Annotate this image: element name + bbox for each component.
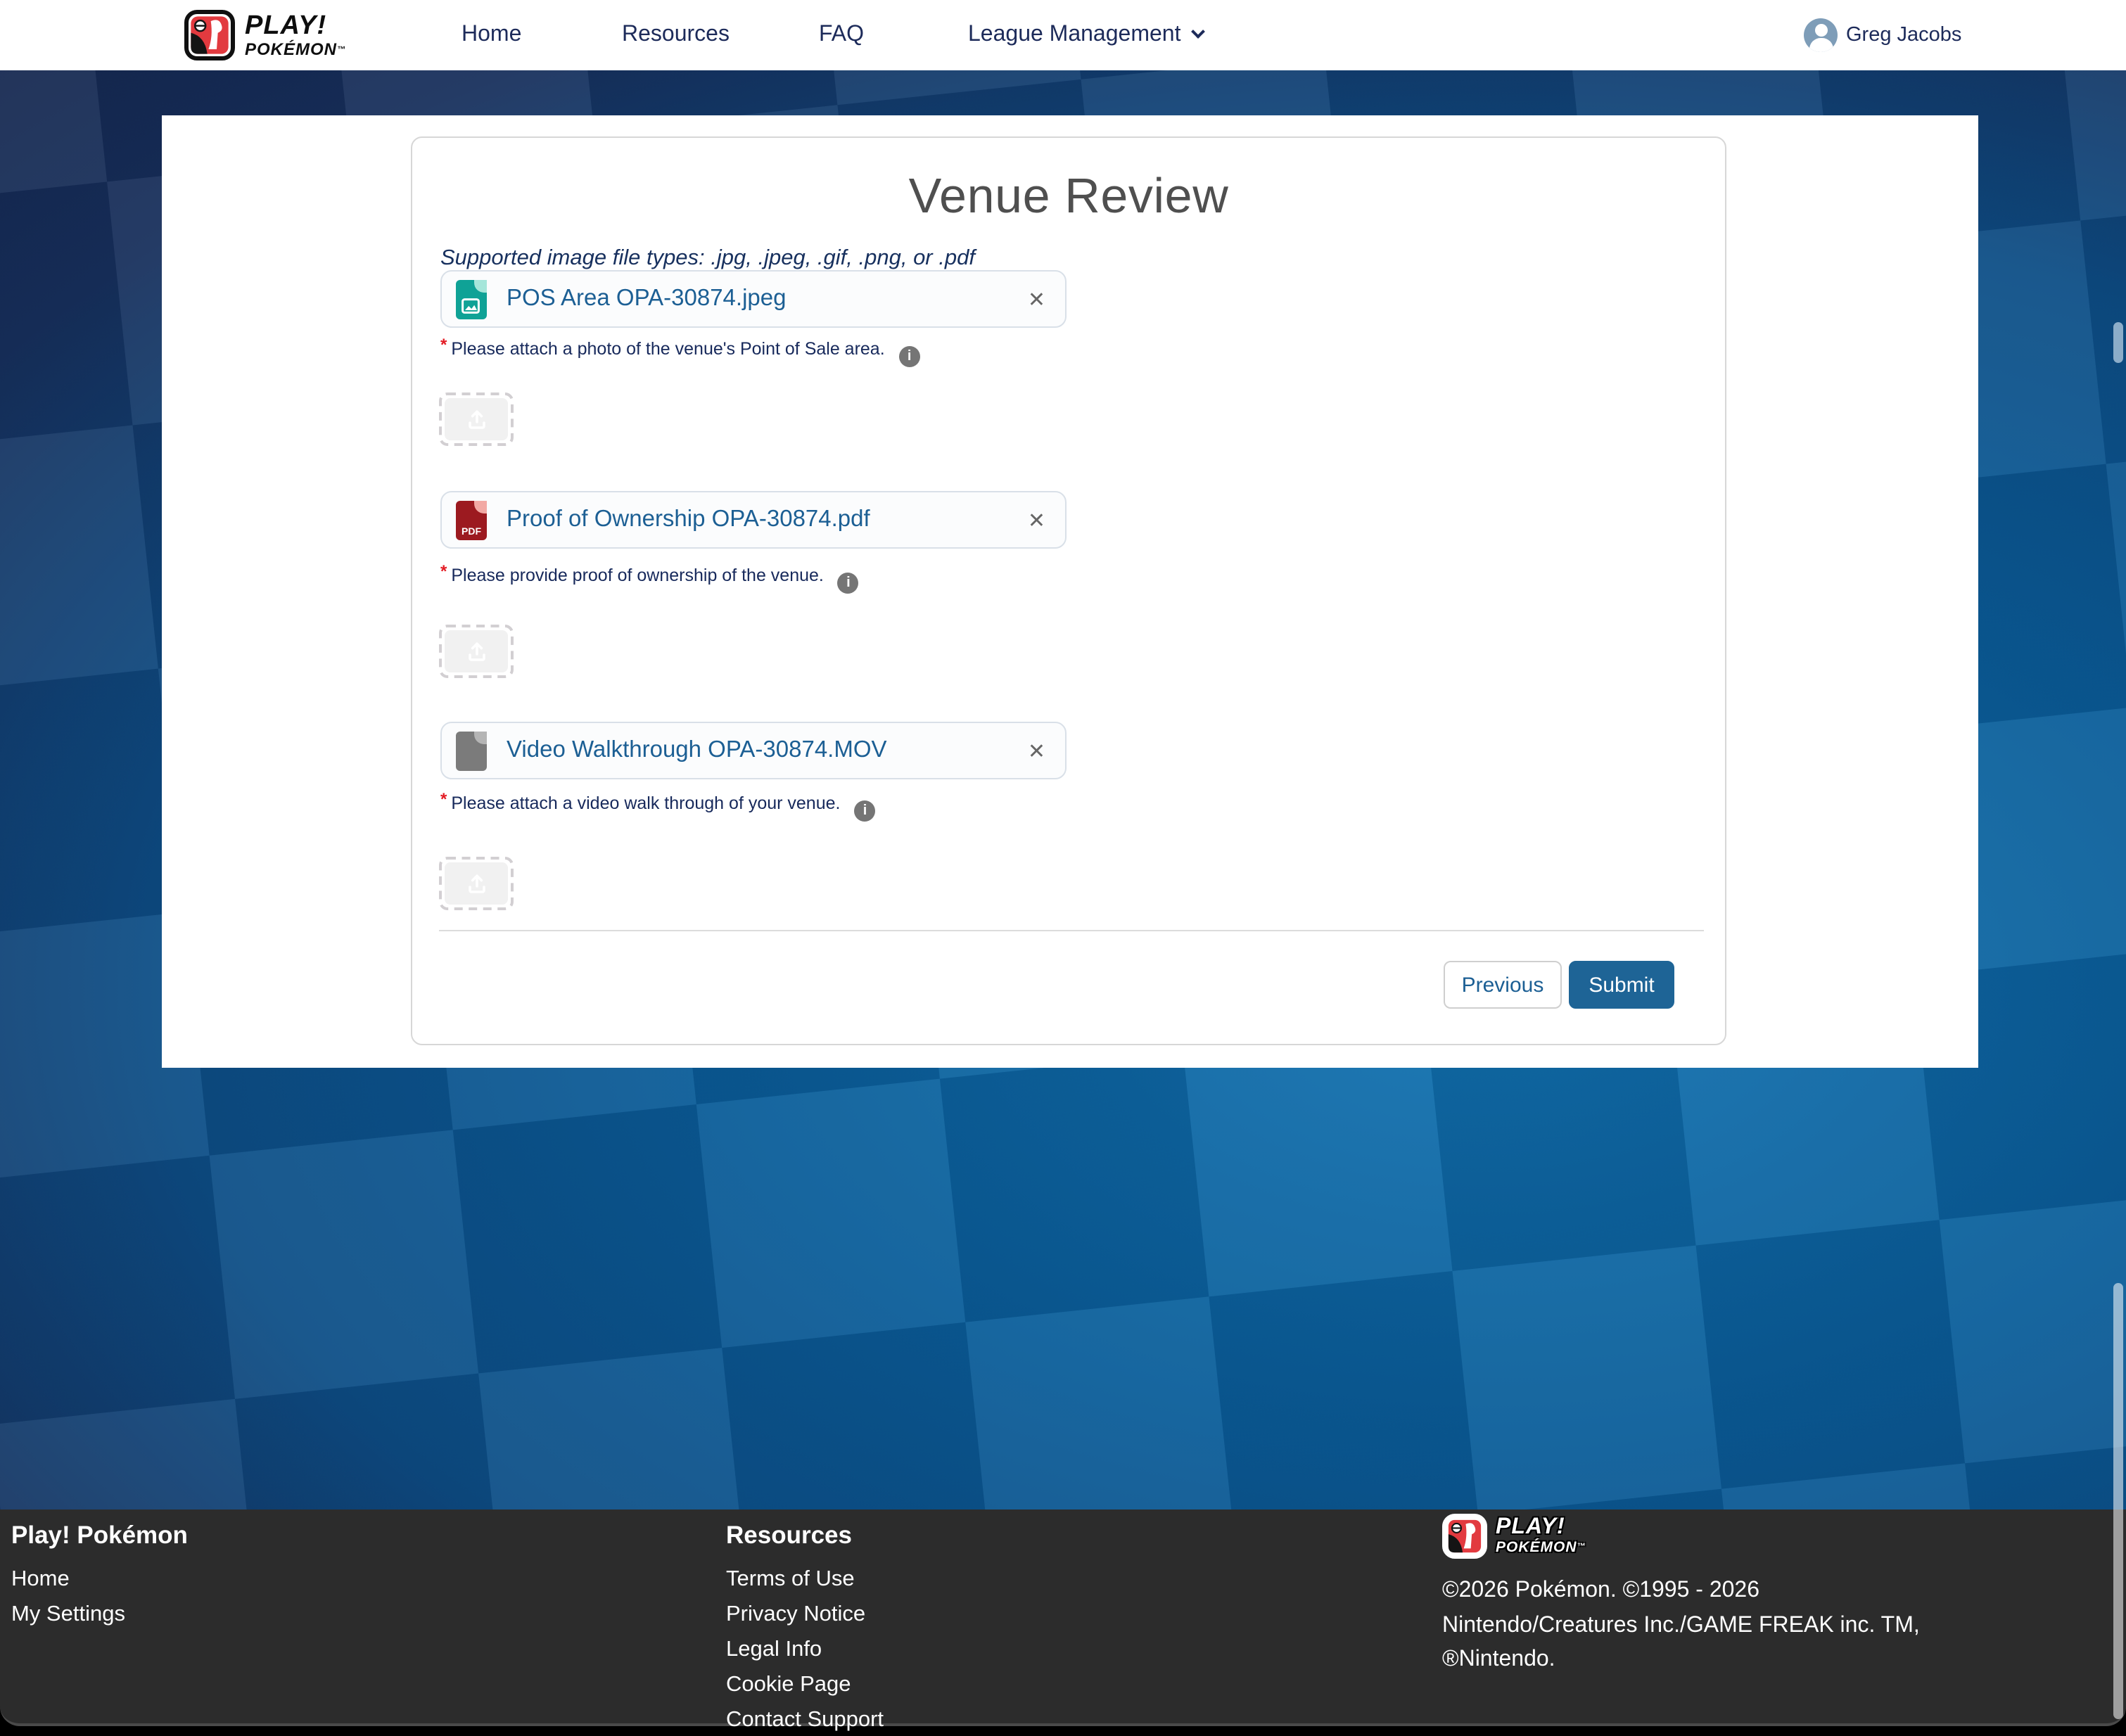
footer-logo: PLAY! POKÉMON™ — [1442, 1514, 1586, 1559]
uploaded-file-row: POS Area OPA-30874.jpeg ✕ — [440, 270, 1067, 328]
scrollbar-thumb-page[interactable] — [2113, 1283, 2123, 1719]
upload-icon — [445, 630, 508, 672]
uploaded-file-row: PDF Proof of Ownership OPA-30874.pdf ✕ — [440, 491, 1067, 549]
previous-button[interactable]: Previous — [1444, 961, 1562, 1009]
nav-item-league-management[interactable]: League Management — [968, 23, 1203, 48]
footer-link-legal[interactable]: Legal Info — [726, 1638, 822, 1663]
user-avatar-icon — [1804, 18, 1838, 52]
play-pokemon-logo-icon — [184, 10, 235, 60]
required-asterisk: * — [440, 335, 447, 355]
upload-caption: *Please attach a photo of the venue's Po… — [440, 339, 920, 367]
info-icon[interactable]: i — [854, 800, 875, 822]
footer-link-terms[interactable]: Terms of Use — [726, 1567, 855, 1593]
footer-brand-title: Play! Pokémon — [11, 1521, 188, 1550]
form-actions: Previous Submit — [412, 961, 1728, 1009]
footer-link-cookie[interactable]: Cookie Page — [726, 1673, 851, 1698]
form-divider — [439, 930, 1704, 931]
user-menu[interactable]: Greg Jacobs — [1804, 18, 1961, 52]
play-pokemon-logo-icon — [1442, 1514, 1487, 1559]
top-nav: PLAY! POKÉMON™ Home Resources FAQ League… — [0, 0, 2126, 70]
footer-link-contact[interactable]: Contact Support — [726, 1708, 884, 1733]
remove-file-button[interactable]: ✕ — [1028, 492, 1045, 547]
upload-caption: *Please provide proof of ownership of th… — [440, 566, 859, 594]
chevron-down-icon — [1192, 25, 1206, 39]
page-title: Venue Review — [412, 169, 1725, 225]
nav-item-resources[interactable]: Resources — [622, 23, 730, 48]
upload-caption: *Please attach a video walk through of y… — [440, 793, 875, 822]
remove-file-button[interactable]: ✕ — [1028, 723, 1045, 778]
venue-review-page: PLAY! POKÉMON™ Home Resources FAQ League… — [0, 0, 2126, 1736]
remove-file-button[interactable]: ✕ — [1028, 272, 1045, 326]
logo-wordmark: PLAY! POKÉMON™ — [245, 13, 346, 58]
generic-file-icon — [456, 731, 487, 770]
footer-link-privacy[interactable]: Privacy Notice — [726, 1602, 865, 1628]
info-icon[interactable]: i — [838, 573, 859, 594]
required-asterisk: * — [440, 561, 447, 581]
venue-review-card: Venue Review Supported image file types:… — [411, 136, 1726, 1045]
scrollbar-thumb-inner[interactable] — [2113, 322, 2123, 363]
pdf-file-icon: PDF — [456, 500, 487, 540]
upload-icon — [445, 862, 508, 905]
footer-link-home[interactable]: Home — [11, 1567, 70, 1593]
required-asterisk: * — [440, 789, 447, 809]
upload-dropzone[interactable] — [439, 857, 514, 910]
upload-dropzone[interactable] — [439, 625, 514, 678]
supported-file-types-note: Supported image file types: .jpg, .jpeg,… — [440, 246, 975, 272]
nav-item-faq[interactable]: FAQ — [819, 23, 864, 48]
uploaded-file-row: Video Walkthrough OPA-30874.MOV ✕ — [440, 722, 1067, 779]
upload-dropzone[interactable] — [439, 392, 514, 446]
upload-icon — [445, 398, 508, 440]
file-link[interactable]: POS Area OPA-30874.jpeg — [507, 286, 786, 312]
play-pokemon-logo[interactable]: PLAY! POKÉMON™ — [184, 10, 346, 60]
user-name: Greg Jacobs — [1846, 24, 1961, 46]
footer-resources-title: Resources — [726, 1521, 852, 1550]
logo-wordmark: PLAY! POKÉMON™ — [1496, 1517, 1586, 1556]
file-link[interactable]: Proof of Ownership OPA-30874.pdf — [507, 506, 870, 533]
submit-button[interactable]: Submit — [1569, 961, 1674, 1009]
footer-copyright: ©2026 Pokémon. ©1995 - 2026 Nintendo/Cre… — [1442, 1574, 2005, 1678]
info-icon[interactable]: i — [899, 346, 920, 367]
footer-link-my-settings[interactable]: My Settings — [11, 1602, 125, 1628]
file-link[interactable]: Video Walkthrough OPA-30874.MOV — [507, 737, 887, 764]
image-file-icon — [456, 279, 487, 319]
nav-item-home[interactable]: Home — [462, 23, 521, 48]
